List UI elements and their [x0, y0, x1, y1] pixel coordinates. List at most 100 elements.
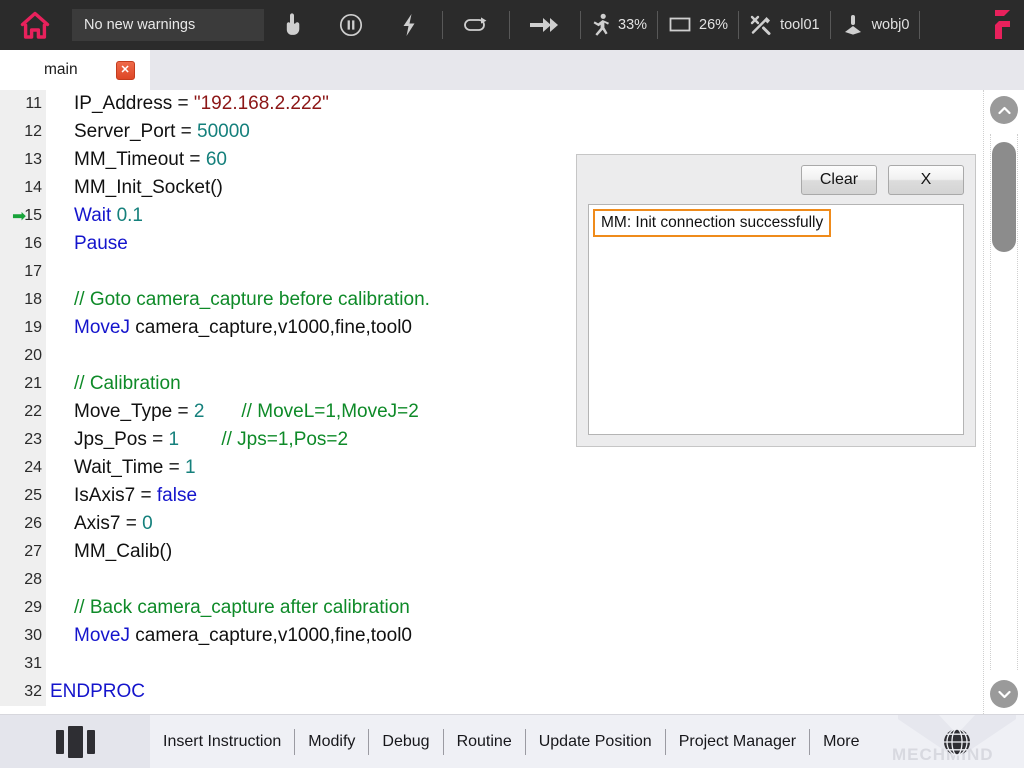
clear-button[interactable]: Clear — [801, 165, 877, 195]
step-forward-icon — [529, 16, 561, 34]
line-number: 31 — [0, 650, 46, 678]
code-line[interactable]: 11IP_Address = "192.168.2.222" — [0, 90, 983, 118]
code-token-plain: Move_Type = — [74, 401, 194, 422]
line-number: 12 — [0, 118, 46, 146]
code-line[interactable]: 32ENDPROC — [0, 678, 983, 706]
close-dialog-button[interactable]: X — [888, 165, 964, 195]
code-line[interactable]: 31 — [0, 650, 983, 678]
bottom-menu-item-insert-instruction[interactable]: Insert Instruction — [150, 715, 294, 768]
toolbar-divider — [830, 11, 831, 39]
code-token-num: 1 — [169, 429, 180, 450]
bottom-menu-item-more[interactable]: More — [810, 715, 872, 768]
code-line[interactable]: 25IsAxis7 = false — [0, 482, 983, 510]
home-button[interactable] — [0, 0, 70, 50]
line-number: 19 — [0, 314, 46, 342]
bottom-menu-item-debug[interactable]: Debug — [369, 715, 442, 768]
code-token-plain: MM_Init_Socket() — [74, 177, 223, 198]
manual-mode-button[interactable] — [264, 0, 322, 50]
editor-scrollbar[interactable] — [983, 90, 1024, 714]
message-list-item[interactable]: MM: Init connection successfully — [593, 209, 831, 237]
line-number: 20 — [0, 342, 46, 370]
code-token-plain: Server_Port = — [74, 121, 197, 142]
tool-selector[interactable]: tool01 — [743, 0, 826, 50]
code-token-plain: camera_capture,v1000,fine,tool0 — [135, 317, 412, 338]
chevron-up-icon — [998, 106, 1011, 115]
speed-indicator[interactable]: 33% — [585, 0, 653, 50]
code-line[interactable]: 24Wait_Time = 1 — [0, 454, 983, 482]
cycle-mode-button[interactable] — [447, 0, 505, 50]
code-token-kw: MoveJ — [74, 625, 135, 646]
code-line[interactable]: 27MM_Calib() — [0, 538, 983, 566]
close-icon[interactable]: ✕ — [116, 61, 135, 80]
message-list[interactable]: MM: Init connection successfully — [588, 204, 964, 435]
code-line[interactable]: 29// Back camera_capture after calibrati… — [0, 594, 983, 622]
code-text: MM_Calib() — [46, 538, 983, 566]
line-number: 14 — [0, 174, 46, 202]
motors-on-button[interactable] — [380, 0, 438, 50]
code-token-num: 50000 — [197, 121, 250, 142]
code-line[interactable]: 12Server_Port = 50000 — [0, 118, 983, 146]
code-line[interactable]: 30MoveJ camera_capture,v1000,fine,tool0 — [0, 622, 983, 650]
scroll-down-button[interactable] — [990, 680, 1018, 708]
code-token-plain: MM_Calib() — [74, 541, 172, 562]
code-text: ENDPROC — [46, 678, 983, 706]
globe-icon[interactable] — [940, 725, 974, 759]
code-editor[interactable]: 11IP_Address = "192.168.2.222"12Server_P… — [0, 90, 983, 714]
code-line[interactable]: 26Axis7 = 0 — [0, 510, 983, 538]
robot-logo-button[interactable] — [980, 0, 1024, 50]
code-text: IsAxis7 = false — [46, 482, 983, 510]
code-token-plain: MM_Timeout = — [74, 149, 206, 170]
screen-icon — [668, 15, 692, 35]
speed-value: 33% — [618, 17, 647, 33]
pause-button[interactable] — [322, 0, 380, 50]
tab-main[interactable]: main ✕ — [0, 50, 150, 90]
toolbar-divider — [657, 11, 658, 39]
screen-indicator[interactable]: 26% — [662, 0, 734, 50]
toolbar-divider — [509, 11, 510, 39]
scroll-up-button[interactable] — [990, 96, 1018, 124]
code-token-num: 60 — [206, 149, 227, 170]
toolbar-divider — [580, 11, 581, 39]
cycle-single-icon — [463, 15, 489, 35]
code-token-comment: // MoveL=1,MoveJ=2 — [241, 401, 418, 422]
code-token-plain — [179, 429, 221, 450]
tools-icon — [749, 14, 773, 36]
code-token-kw: MoveJ — [74, 317, 135, 338]
step-forward-button[interactable] — [514, 0, 576, 50]
code-token-plain: Wait_Time = — [74, 457, 185, 478]
code-text: Wait_Time = 1 — [46, 454, 983, 482]
code-text: Server_Port = 50000 — [46, 118, 983, 146]
robot-arm-logo-icon — [989, 8, 1015, 42]
bottom-menu-item-modify[interactable]: Modify — [295, 715, 368, 768]
toolbar-divider — [919, 11, 920, 39]
running-person-icon — [591, 13, 611, 37]
code-token-comment: // Goto camera_capture before calibratio… — [74, 289, 430, 310]
teach-pendant-app: No new warnings — [0, 0, 1024, 768]
code-text: // Back camera_capture after calibration — [46, 594, 983, 622]
code-token-plain: IsAxis7 = — [74, 485, 157, 506]
code-line[interactable]: 28 — [0, 566, 983, 594]
top-toolbar: No new warnings — [0, 0, 1024, 50]
bottom-menu-item-update-position[interactable]: Update Position — [526, 715, 665, 768]
execution-pointer-icon: ➡ — [12, 208, 26, 225]
code-token-kw: ENDPROC — [50, 681, 145, 702]
line-number: 21 — [0, 370, 46, 398]
line-number: 22 — [0, 398, 46, 426]
line-number: 28 — [0, 566, 46, 594]
app-menu-icon — [56, 726, 95, 758]
code-token-plain: camera_capture,v1000,fine,tool0 — [135, 625, 412, 646]
bottom-menu-item-routine[interactable]: Routine — [444, 715, 525, 768]
workobject-selector[interactable]: wobj0 — [835, 0, 916, 50]
workobject-icon — [841, 13, 865, 37]
status-message[interactable]: No new warnings — [72, 9, 264, 41]
code-token-plain: Jps_Pos = — [74, 429, 169, 450]
home-icon — [20, 11, 50, 40]
code-token-num: 1 — [185, 457, 196, 478]
line-number: 32 — [0, 678, 46, 706]
line-number: 17 — [0, 258, 46, 286]
app-menu-button[interactable] — [0, 715, 150, 768]
scrollbar-thumb[interactable] — [992, 142, 1016, 252]
line-number: 29 — [0, 594, 46, 622]
pause-circle-icon — [339, 13, 363, 37]
bottom-menu-item-project-manager[interactable]: Project Manager — [666, 715, 809, 768]
